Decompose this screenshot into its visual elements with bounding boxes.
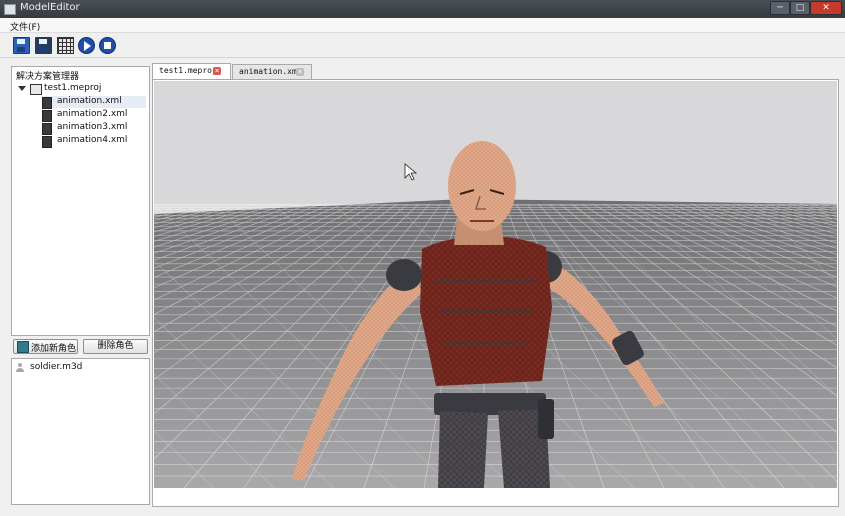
- file-label: animation4.xml: [57, 135, 128, 145]
- file-item-animation3[interactable]: animation3.xml: [42, 122, 146, 135]
- file-icon: [42, 136, 52, 148]
- grid-button[interactable]: [57, 37, 74, 54]
- tab-label: test1.meproj: [159, 66, 217, 75]
- save-button[interactable]: [13, 37, 30, 54]
- add-role-button[interactable]: 添加新角色: [13, 339, 78, 354]
- maximize-button[interactable]: □: [790, 1, 810, 15]
- file-label: animation.xml: [57, 96, 122, 106]
- file-label: animation3.xml: [57, 122, 128, 132]
- app-icon: [4, 4, 16, 15]
- tab-label: animation.xml: [239, 67, 302, 76]
- file-label: animation2.xml: [57, 109, 128, 119]
- minimize-button[interactable]: ─: [770, 1, 790, 15]
- role-item-soldier[interactable]: soldier.m3d: [16, 362, 144, 374]
- solution-explorer: 解决方案管理器 test1.meproj animation.xml anima…: [11, 66, 150, 336]
- save-all-icon: [35, 37, 52, 54]
- play-button[interactable]: [78, 37, 95, 54]
- close-tab-icon[interactable]: ×: [296, 68, 304, 76]
- document-area: [152, 79, 839, 507]
- toolbar: [0, 33, 845, 58]
- role-label: soldier.m3d: [30, 362, 83, 372]
- add-role-label: 添加新角色: [31, 344, 77, 354]
- scene-svg[interactable]: [154, 81, 837, 488]
- file-item-animation[interactable]: animation.xml: [42, 96, 146, 109]
- left-shoulder-pad: [386, 259, 422, 291]
- expand-arrow-icon[interactable]: [18, 86, 26, 91]
- file-icon: [42, 110, 52, 122]
- save-icon: [13, 37, 30, 54]
- holster: [538, 399, 554, 439]
- 3d-viewport[interactable]: [154, 81, 837, 488]
- close-button[interactable]: ✕: [810, 1, 842, 15]
- stop-icon: [99, 37, 116, 54]
- file-icon: [42, 97, 52, 109]
- add-role-icon: [17, 341, 29, 353]
- solution-explorer-title: 解决方案管理器: [16, 72, 80, 82]
- tab-test1-meproj[interactable]: test1.meproj ×: [152, 63, 231, 80]
- window-title: ModelEditor: [20, 2, 80, 13]
- project-node[interactable]: test1.meproj: [18, 83, 146, 95]
- save-all-button[interactable]: [35, 37, 52, 54]
- delete-role-button[interactable]: 删除角色: [83, 339, 148, 354]
- play-icon: [78, 37, 95, 54]
- file-item-animation2[interactable]: animation2.xml: [42, 109, 146, 122]
- title-bar: ModelEditor ─ □ ✕: [0, 0, 845, 18]
- project-icon: [30, 84, 42, 95]
- file-item-animation4[interactable]: animation4.xml: [42, 135, 146, 148]
- main-window: 文件(F) 解决方案管理器 test1.meproj animation.xml: [0, 18, 845, 516]
- tab-animation-xml[interactable]: animation.xml ×: [232, 64, 312, 80]
- user-icon: [16, 363, 24, 373]
- grid-icon: [57, 37, 74, 54]
- project-label: test1.meproj: [44, 83, 102, 93]
- menu-file[interactable]: 文件(F): [10, 20, 40, 33]
- stop-button[interactable]: [99, 37, 116, 54]
- tab-strip: test1.meproj × animation.xml ×: [152, 63, 837, 80]
- menu-bar: 文件(F): [0, 18, 845, 33]
- file-icon: [42, 123, 52, 135]
- close-tab-icon[interactable]: ×: [213, 67, 221, 75]
- role-list: soldier.m3d: [11, 358, 150, 505]
